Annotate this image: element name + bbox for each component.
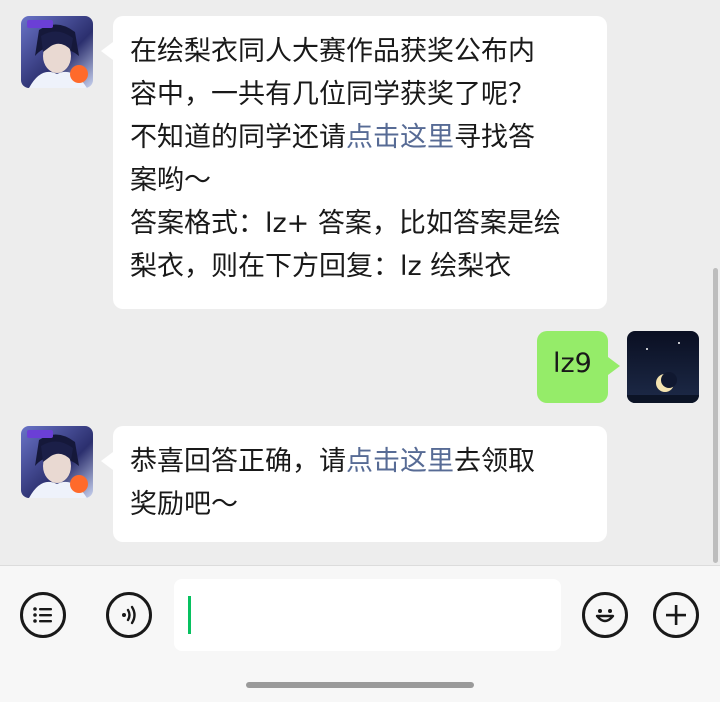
text-caret xyxy=(188,596,191,634)
message-text: 寻找答 xyxy=(454,122,535,153)
message-text-line: 案哟～ xyxy=(130,165,211,196)
chat-area[interactable]: 在绘梨衣同人大赛作品获奖公布内 容中，一共有几位同学获奖了呢？ 不知道的同学还请… xyxy=(0,0,720,565)
emoji-button[interactable] xyxy=(582,592,628,638)
game-character-avatar-icon xyxy=(21,16,93,88)
scrollbar[interactable] xyxy=(713,268,718,563)
voice-button[interactable] xyxy=(106,592,152,638)
sender-avatar[interactable] xyxy=(21,16,93,88)
list-menu-icon xyxy=(33,607,52,623)
message-text: lz9 xyxy=(553,348,592,379)
message-bubble[interactable]: 在绘梨衣同人大赛作品获奖公布内 容中，一共有几位同学获奖了呢？ 不知道的同学还请… xyxy=(101,16,607,309)
my-avatar[interactable] xyxy=(627,331,699,403)
message-bubble[interactable]: 恭喜回答正确，请点击这里去领取 奖励吧～ xyxy=(101,426,607,542)
message-input[interactable] xyxy=(174,579,561,651)
message-text-line: 奖励吧～ xyxy=(130,489,238,520)
message-text: 去领取 xyxy=(454,446,535,477)
message-text: 不知道的同学还请 xyxy=(130,122,346,153)
home-indicator[interactable] xyxy=(246,682,474,688)
sender-avatar[interactable] xyxy=(21,426,93,498)
click-here-link[interactable]: 点击这里 xyxy=(346,446,454,477)
plus-icon xyxy=(666,605,686,625)
my-message-bubble[interactable]: lz9 xyxy=(537,331,620,403)
voice-icon xyxy=(122,605,136,625)
message-text-line: 梨衣，则在下方回复：lz 绘梨衣 xyxy=(130,251,512,282)
message-text-line: 容中，一共有几位同学获奖了呢？ xyxy=(130,79,535,110)
game-character-avatar-icon xyxy=(21,426,93,498)
message-text-line: 答案格式：lz+ 答案，比如答案是绘 xyxy=(130,208,561,239)
click-here-link[interactable]: 点击这里 xyxy=(346,122,454,153)
message-text-line: 在绘梨衣同人大赛作品获奖公布内 xyxy=(130,36,535,67)
more-button[interactable] xyxy=(653,592,699,638)
message-text: 恭喜回答正确，请 xyxy=(130,446,346,477)
moon-night-avatar-icon xyxy=(627,331,699,403)
input-bar xyxy=(0,565,720,702)
menu-toggle-button[interactable] xyxy=(20,592,66,638)
emoji-icon xyxy=(595,609,615,623)
